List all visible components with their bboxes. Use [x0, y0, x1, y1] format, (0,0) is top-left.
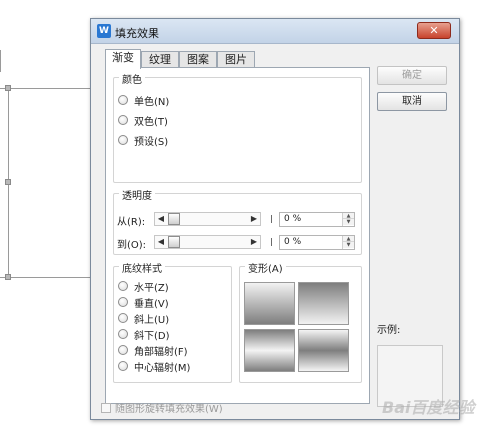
color-group-title: 颜色 [119, 71, 145, 86]
tab-texture[interactable]: 纹理 [141, 51, 179, 68]
document-outline-top [0, 88, 92, 89]
tab-gradient[interactable]: 渐变 [105, 49, 141, 69]
dialog-title: 填充效果 [115, 27, 159, 40]
slider-thumb[interactable] [168, 236, 180, 248]
radio-diagonal-up[interactable]: 斜上(U) [118, 311, 170, 326]
spin-value: 0 % [284, 214, 302, 224]
ok-button[interactable]: 确定 [377, 66, 447, 85]
document-outline-edge [0, 50, 1, 72]
from-label: 从(R): [117, 217, 146, 228]
radio-button[interactable] [118, 135, 128, 145]
slider-right-arrow-icon[interactable]: ▶ [248, 213, 260, 225]
slider-thumb[interactable] [168, 213, 180, 225]
radio-label: 水平(Z) [134, 282, 169, 294]
radio-label: 双色(T) [134, 116, 168, 128]
variant-swatch-3[interactable] [244, 329, 295, 372]
radio-label: 中心辐射(M) [134, 362, 191, 374]
shading-styles-title: 底纹样式 [119, 260, 165, 275]
radio-one-color[interactable]: 单色(N) [118, 93, 170, 108]
radio-vertical[interactable]: 垂直(V) [118, 295, 169, 310]
selection-handle [5, 85, 11, 91]
transparency-group: 透明度 从(R): ◀ ▶ 0 % ▲ ▼ 到(O): ◀ ▶ 0 % ▲ ▼ [113, 187, 362, 255]
radio-label: 角部辐射(F) [134, 346, 188, 358]
color-group: 颜色 单色(N) 双色(T) 预设(S) [113, 71, 362, 183]
radio-diagonal-down[interactable]: 斜下(D) [118, 327, 170, 342]
radio-button[interactable] [118, 115, 128, 125]
variants-title: 变形(A) [245, 260, 286, 275]
slider-tick [271, 238, 272, 246]
radio-button[interactable] [118, 313, 128, 323]
gradient-panel: 颜色 单色(N) 双色(T) 预设(S) 透明度 从(R): ◀ ▶ 0 % ▲… [105, 67, 370, 404]
rotate-checkbox[interactable] [101, 402, 111, 413]
close-button[interactable]: ✕ [417, 22, 451, 39]
preview-label: 示例: [377, 325, 401, 336]
radio-label: 斜上(U) [134, 314, 170, 326]
radio-label: 斜下(D) [134, 330, 170, 342]
spin-down-icon[interactable]: ▼ [343, 242, 354, 248]
radio-label: 预设(S) [134, 136, 169, 148]
transparency-group-title: 透明度 [119, 187, 155, 202]
to-percent-stepper[interactable]: 0 % ▲ ▼ [279, 235, 355, 250]
radio-horizontal[interactable]: 水平(Z) [118, 279, 169, 294]
from-percent-stepper[interactable]: 0 % ▲ ▼ [279, 212, 355, 227]
slider-right-arrow-icon[interactable]: ▶ [248, 236, 260, 248]
selection-handle [5, 274, 11, 280]
tab-picture[interactable]: 图片 [217, 51, 255, 68]
radio-button[interactable] [118, 361, 128, 371]
spin-buttons[interactable]: ▲ ▼ [342, 213, 354, 226]
spin-buttons[interactable]: ▲ ▼ [342, 236, 354, 249]
to-label: 到(O): [117, 240, 147, 251]
wps-writer-icon: W [97, 24, 111, 38]
watermark-logo: Bai百度经验 [382, 398, 475, 417]
spin-value: 0 % [284, 237, 302, 247]
variant-swatch-2[interactable] [298, 282, 349, 325]
from-slider[interactable]: ◀ ▶ [154, 212, 261, 226]
slider-left-arrow-icon[interactable]: ◀ [155, 236, 167, 248]
radio-button[interactable] [118, 95, 128, 105]
slider-tick [271, 215, 272, 223]
variant-swatch-4[interactable] [298, 329, 349, 372]
spin-down-icon[interactable]: ▼ [343, 219, 354, 225]
selection-handle [5, 179, 11, 185]
radio-from-center[interactable]: 中心辐射(M) [118, 359, 191, 374]
radio-preset[interactable]: 预设(S) [118, 133, 169, 148]
rotate-with-shape-option[interactable]: 随图形旋转填充效果(W) [101, 400, 223, 415]
radio-label: 垂直(V) [134, 298, 169, 310]
slider-left-arrow-icon[interactable]: ◀ [155, 213, 167, 225]
document-outline-bottom [0, 277, 92, 278]
shading-styles-group: 底纹样式 水平(Z) 垂直(V) 斜上(U) 斜下(D) 角部辐射(F) 中心辐… [113, 260, 232, 383]
rotate-checkbox-label: 随图形旋转填充效果(W) [115, 404, 223, 415]
radio-two-colors[interactable]: 双色(T) [118, 113, 168, 128]
tab-pattern[interactable]: 图案 [179, 51, 217, 68]
radio-button[interactable] [118, 281, 128, 291]
variants-group: 变形(A) [239, 260, 362, 383]
fill-effects-dialog: W 填充效果 ✕ 渐变 纹理 图案 图片 颜色 单色(N) 双色(T) 预设(S… [90, 18, 460, 420]
radio-button[interactable] [118, 345, 128, 355]
radio-button[interactable] [118, 329, 128, 339]
to-slider[interactable]: ◀ ▶ [154, 235, 261, 249]
radio-label: 单色(N) [134, 96, 170, 108]
radio-button[interactable] [118, 297, 128, 307]
radio-from-corner[interactable]: 角部辐射(F) [118, 343, 188, 358]
cancel-button[interactable]: 取消 [377, 92, 447, 111]
title-bar[interactable]: W 填充效果 ✕ [91, 19, 459, 44]
variant-swatch-1[interactable] [244, 282, 295, 325]
